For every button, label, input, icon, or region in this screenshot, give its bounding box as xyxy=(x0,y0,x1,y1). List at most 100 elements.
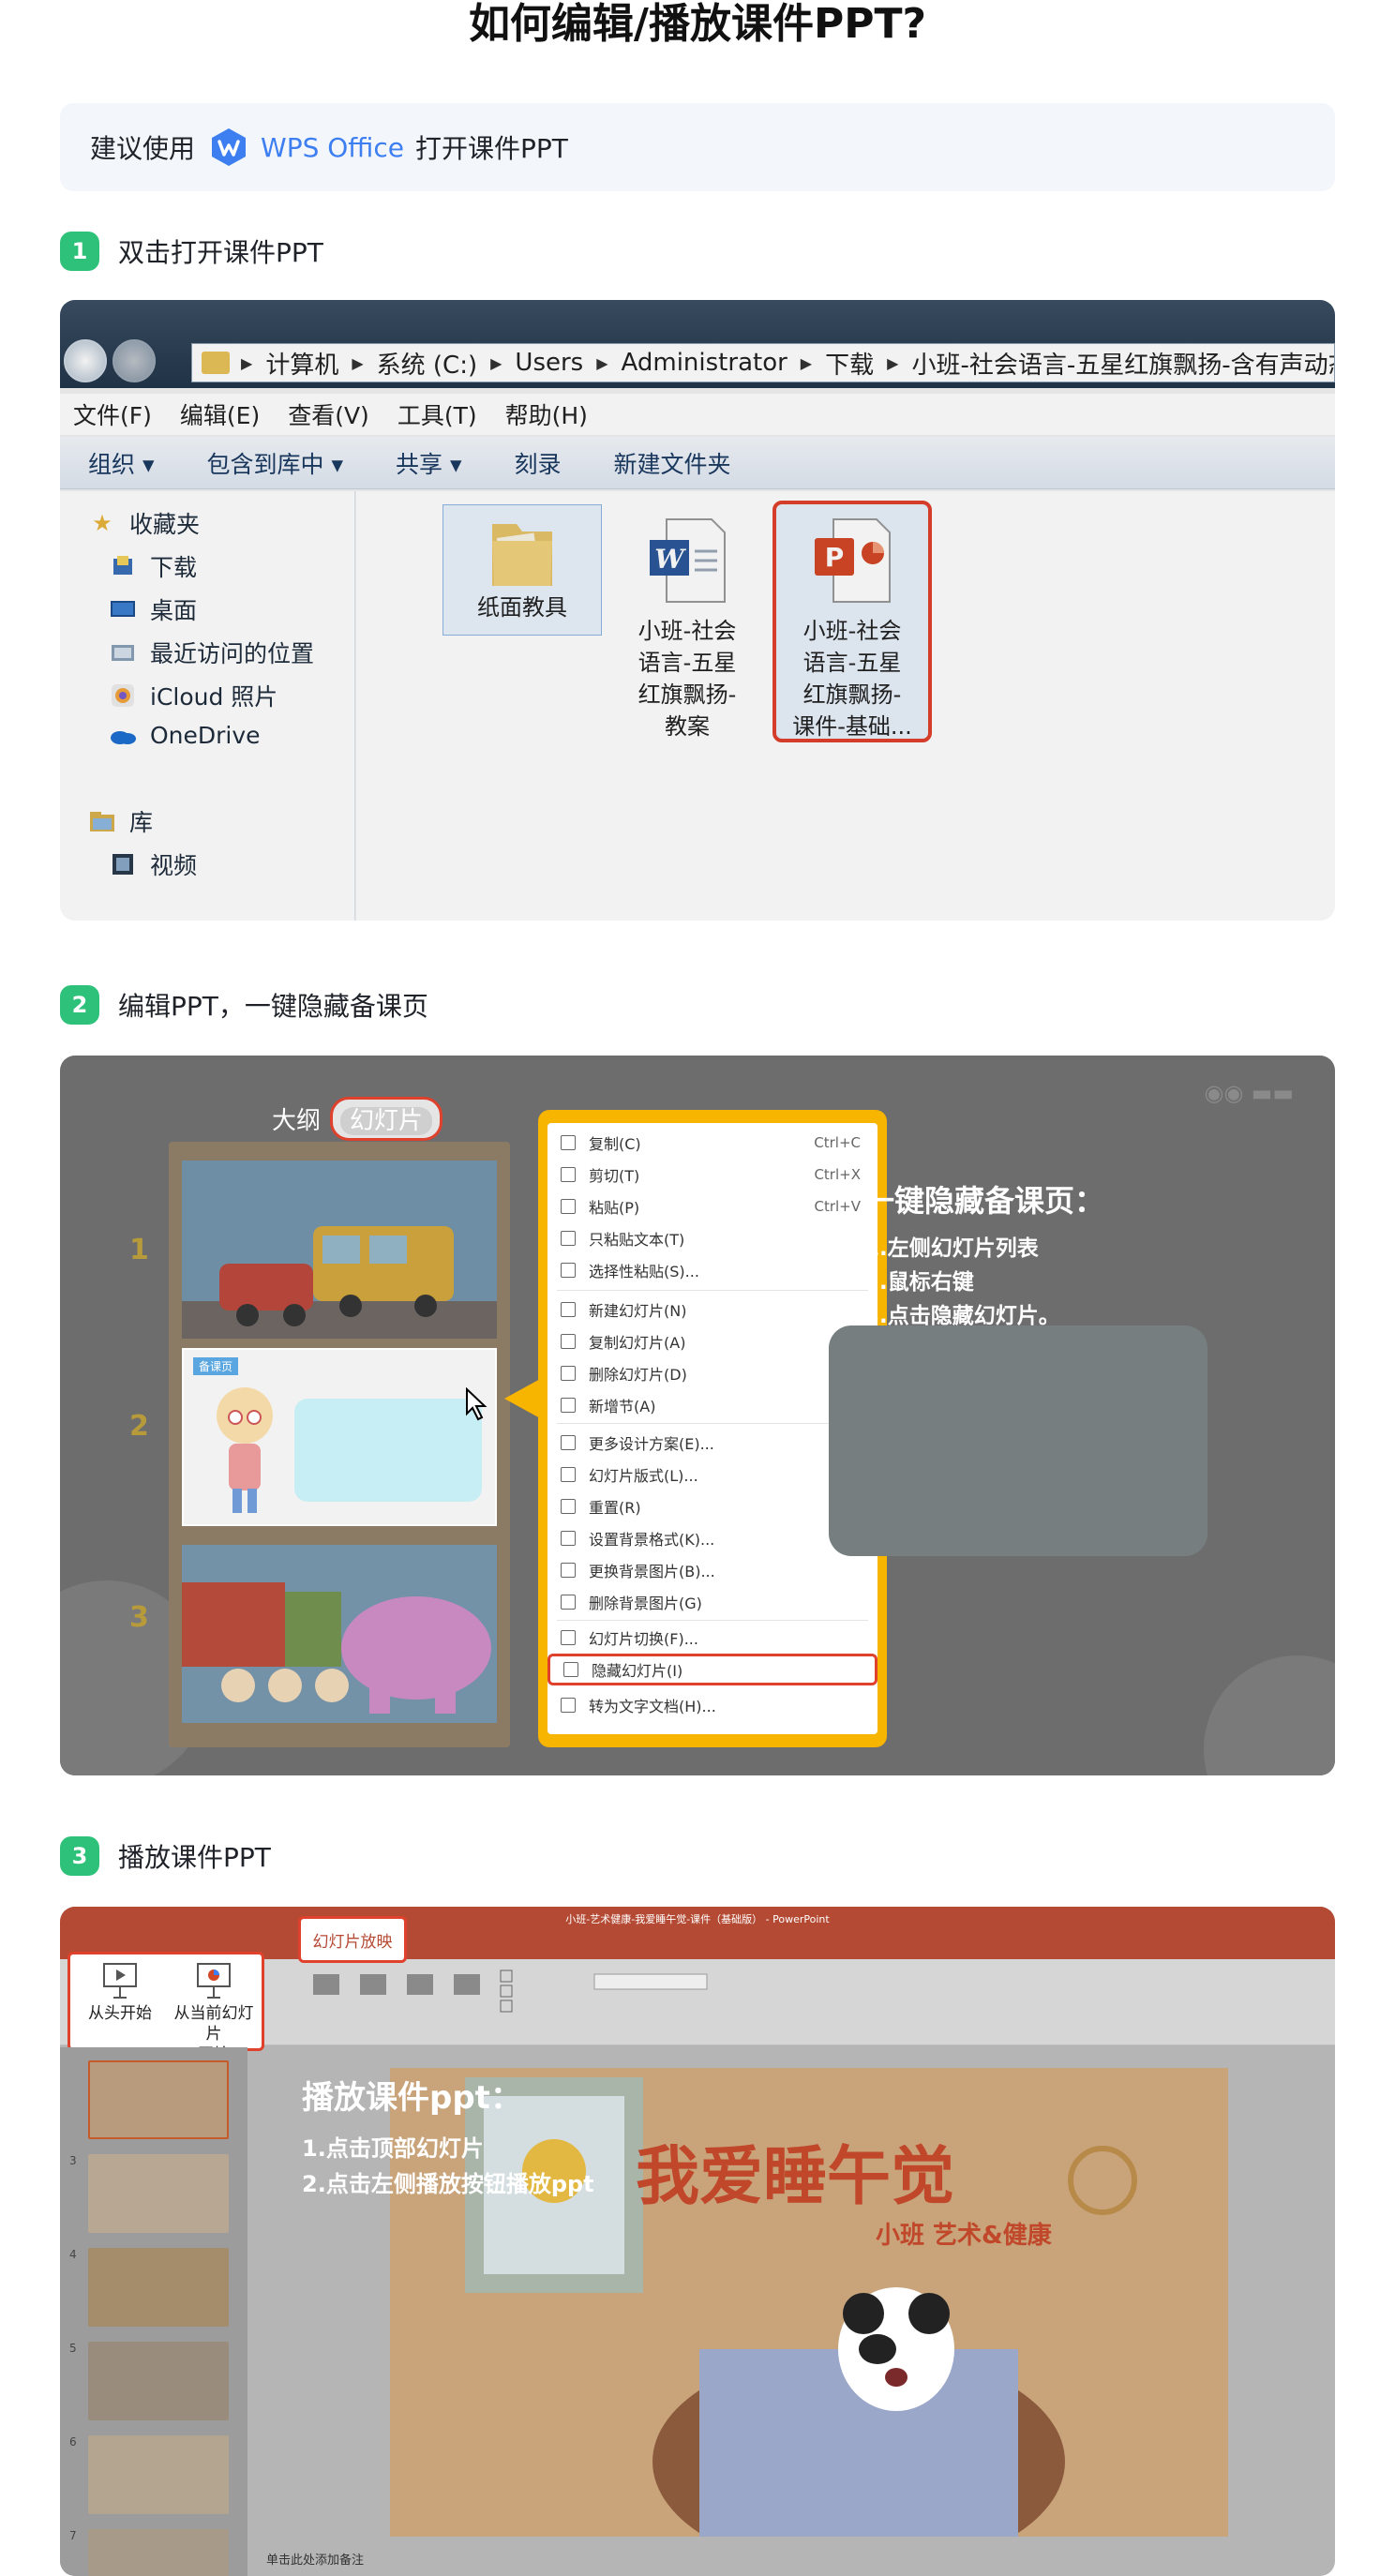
menu-pointer-arrow xyxy=(504,1378,542,1419)
menu-item-label: 新建幻灯片(N) xyxy=(589,1302,687,1320)
new-slide-icon xyxy=(561,1302,576,1317)
tab-outline[interactable]: 大纲 xyxy=(272,1101,321,1136)
menu-item-delete-background[interactable]: 删除背景图片(G) xyxy=(548,1586,878,1618)
slide-subtitle: 小班 艺术&健康 xyxy=(876,2222,1052,2250)
transition-icon xyxy=(561,1630,576,1645)
mouse-cursor-icon xyxy=(466,1387,488,1421)
menu-item-hide-slide[interactable]: 隐藏幻灯片(I) xyxy=(548,1654,878,1685)
menu-item-convert-to-document[interactable]: 转为文字文档(H)... xyxy=(548,1689,878,1721)
slide-thumbnail-1[interactable] xyxy=(182,1161,497,1339)
step-2-header: 2 编辑PPT，一键隐藏备课页 xyxy=(60,984,428,1026)
tab-slideshow[interactable]: 幻灯片放映 xyxy=(298,1916,407,1963)
menu-item-cut[interactable]: 剪切(T) Ctrl+X xyxy=(548,1159,878,1191)
menu-item-slide-transition[interactable]: 幻灯片切换(F)... xyxy=(548,1622,878,1654)
duplicate-slide-icon xyxy=(561,1334,576,1349)
menu-item-change-background[interactable]: 更换背景图片(B)... xyxy=(548,1554,878,1586)
tip-suffix: 打开课件PPT xyxy=(415,133,568,164)
button-label: 从当前幻灯片 xyxy=(173,2004,254,2044)
page-title: 如何编辑/播放课件PPT? xyxy=(468,0,927,48)
menu-item-copy[interactable]: 复制(C) Ctrl+C xyxy=(548,1127,878,1159)
step-label: 编辑PPT，一键隐藏备课页 xyxy=(118,991,428,1022)
slide-thumbnail-7[interactable] xyxy=(88,2529,229,2576)
menu-item-label: 转为文字文档(H)... xyxy=(589,1698,716,1715)
slide-thumbnail-3[interactable] xyxy=(182,1545,497,1723)
slide-thumbnail-5[interactable] xyxy=(88,2342,229,2420)
from-beginning-button[interactable]: 从头开始 xyxy=(74,1962,166,2024)
slide-thumbnail-3[interactable] xyxy=(88,2154,229,2233)
play-tip-line: 2.点击左侧播放按钮播放ppt xyxy=(302,2171,594,2197)
thumb-number: 4 xyxy=(69,2248,77,2261)
slide-thumbnail-2-prep[interactable]: 备课页 xyxy=(182,1348,497,1526)
projector-screen-icon xyxy=(102,1962,138,1999)
wps-logo-icon xyxy=(212,128,247,166)
tab-slides-label: 幻灯片 xyxy=(340,1107,433,1135)
button-label: 从头开始 xyxy=(88,2004,152,2023)
faded-slide-textbox xyxy=(829,1325,1208,1556)
paste-text-icon xyxy=(561,1231,576,1246)
menu-item-label: 复制幻灯片(A) xyxy=(589,1334,686,1352)
menu-divider xyxy=(557,1423,868,1424)
step-label: 播放课件PPT xyxy=(118,1842,271,1873)
step-number: 2 xyxy=(60,985,99,1025)
convert-document-icon xyxy=(561,1698,576,1713)
scissors-icon xyxy=(561,1167,576,1182)
step-number: 3 xyxy=(60,1836,99,1876)
menu-item-paste[interactable]: 粘贴(P) Ctrl+V xyxy=(548,1191,878,1222)
menu-item-label: 幻灯片切换(F)... xyxy=(589,1630,698,1648)
design-icon xyxy=(561,1435,576,1450)
menu-item-label: 幻灯片版式(L)... xyxy=(589,1467,698,1485)
menu-item-shortcut: Ctrl+X xyxy=(814,1166,861,1183)
paste-special-icon xyxy=(561,1263,576,1278)
menu-item-label: 只粘贴文本(T) xyxy=(589,1231,685,1249)
slide-thumbnail-4[interactable] xyxy=(88,2248,229,2327)
menu-divider xyxy=(557,1290,868,1291)
menu-item-label: 隐藏幻灯片(I) xyxy=(592,1662,683,1680)
layout-icon xyxy=(561,1467,576,1482)
projector-current-icon xyxy=(196,1962,232,1999)
tab-slides[interactable]: 幻灯片 xyxy=(330,1097,443,1141)
menu-item-shortcut: Ctrl+C xyxy=(814,1134,861,1151)
menu-item-label: 更换背景图片(B)... xyxy=(589,1563,715,1580)
powerpoint-screenshot: 小班-艺术健康-我爱睡午觉-课件（基础版） - PowerPoint 幻灯片放映… xyxy=(60,1907,1335,2576)
window-title: 小班-艺术健康-我爱睡午觉-课件（基础版） - PowerPoint xyxy=(60,1907,1335,1931)
wps-app-name: WPS Office xyxy=(261,131,404,163)
step-label: 双击打开课件PPT xyxy=(118,237,323,268)
slide-number: 1 xyxy=(129,1234,149,1266)
edit-screenshot: ◉◉ ▬▬ 大纲 幻灯片 1 2 3 备课页 复制(C) Ctrl+C 剪切(T)… xyxy=(60,1056,1335,1775)
notes-placeholder[interactable]: 单击此处添加备注 xyxy=(266,2550,364,2568)
thumb-number: 3 xyxy=(69,2154,77,2167)
thumb-number: 7 xyxy=(69,2529,77,2542)
menu-item-label: 复制(C) xyxy=(589,1135,641,1153)
ribbon-group-setup xyxy=(294,1969,763,2025)
menu-item-new-slide[interactable]: 新建幻灯片(N) xyxy=(548,1294,878,1325)
slide-thumbnail-6[interactable] xyxy=(88,2435,229,2514)
slide-thumbnail-2[interactable] xyxy=(88,2060,229,2139)
prep-page-tag: 备课页 xyxy=(193,1357,239,1375)
slide-number: 2 xyxy=(129,1410,149,1443)
step-3-header: 3 播放课件PPT xyxy=(60,1835,271,1877)
menu-item-label: 重置(R) xyxy=(589,1499,641,1517)
add-section-icon xyxy=(561,1398,576,1413)
prep-page-textbox xyxy=(294,1399,482,1502)
hide-tip-line: 3.点击隐藏幻灯片。 xyxy=(864,1304,1060,1328)
play-tip-line: 1.点击顶部幻灯片 xyxy=(302,2135,484,2162)
hide-tip-line: 1.左侧幻灯片列表 xyxy=(864,1236,1039,1261)
explorer-screenshot: ▶ 计算机 ▶ 系统 (C:) ▶ Users ▶ Administrator … xyxy=(60,300,1335,921)
change-background-icon xyxy=(561,1563,576,1578)
brand-logo: ◉◉ ▬▬ xyxy=(1204,1080,1294,1106)
hide-tip-line: 2.鼠标右键 xyxy=(864,1270,974,1295)
slide-thumbnail-list: 备课页 xyxy=(169,1142,510,1747)
tip-box: 建议使用 WPS Office 打开课件PPT xyxy=(60,103,1335,191)
menu-item-label: 设置背景格式(K)... xyxy=(589,1531,715,1549)
tip-prefix: 建议使用 xyxy=(90,133,196,164)
menu-item-label: 新增节(A) xyxy=(589,1398,656,1415)
step-number: 1 xyxy=(60,232,99,271)
slide-thumbnail-pane: 3 4 5 6 7 xyxy=(60,2047,248,2576)
step-1-header: 1 双击打开课件PPT xyxy=(60,231,323,272)
menu-item-label: 选择性粘贴(S)... xyxy=(589,1263,699,1281)
menu-item-shortcut: Ctrl+V xyxy=(814,1198,861,1215)
dim-overlay xyxy=(60,300,1335,921)
menu-item-paste-special[interactable]: 选择性粘贴(S)... xyxy=(548,1254,878,1286)
menu-item-paste-text-only[interactable]: 只粘贴文本(T) xyxy=(548,1222,878,1254)
background-format-icon xyxy=(561,1531,576,1546)
